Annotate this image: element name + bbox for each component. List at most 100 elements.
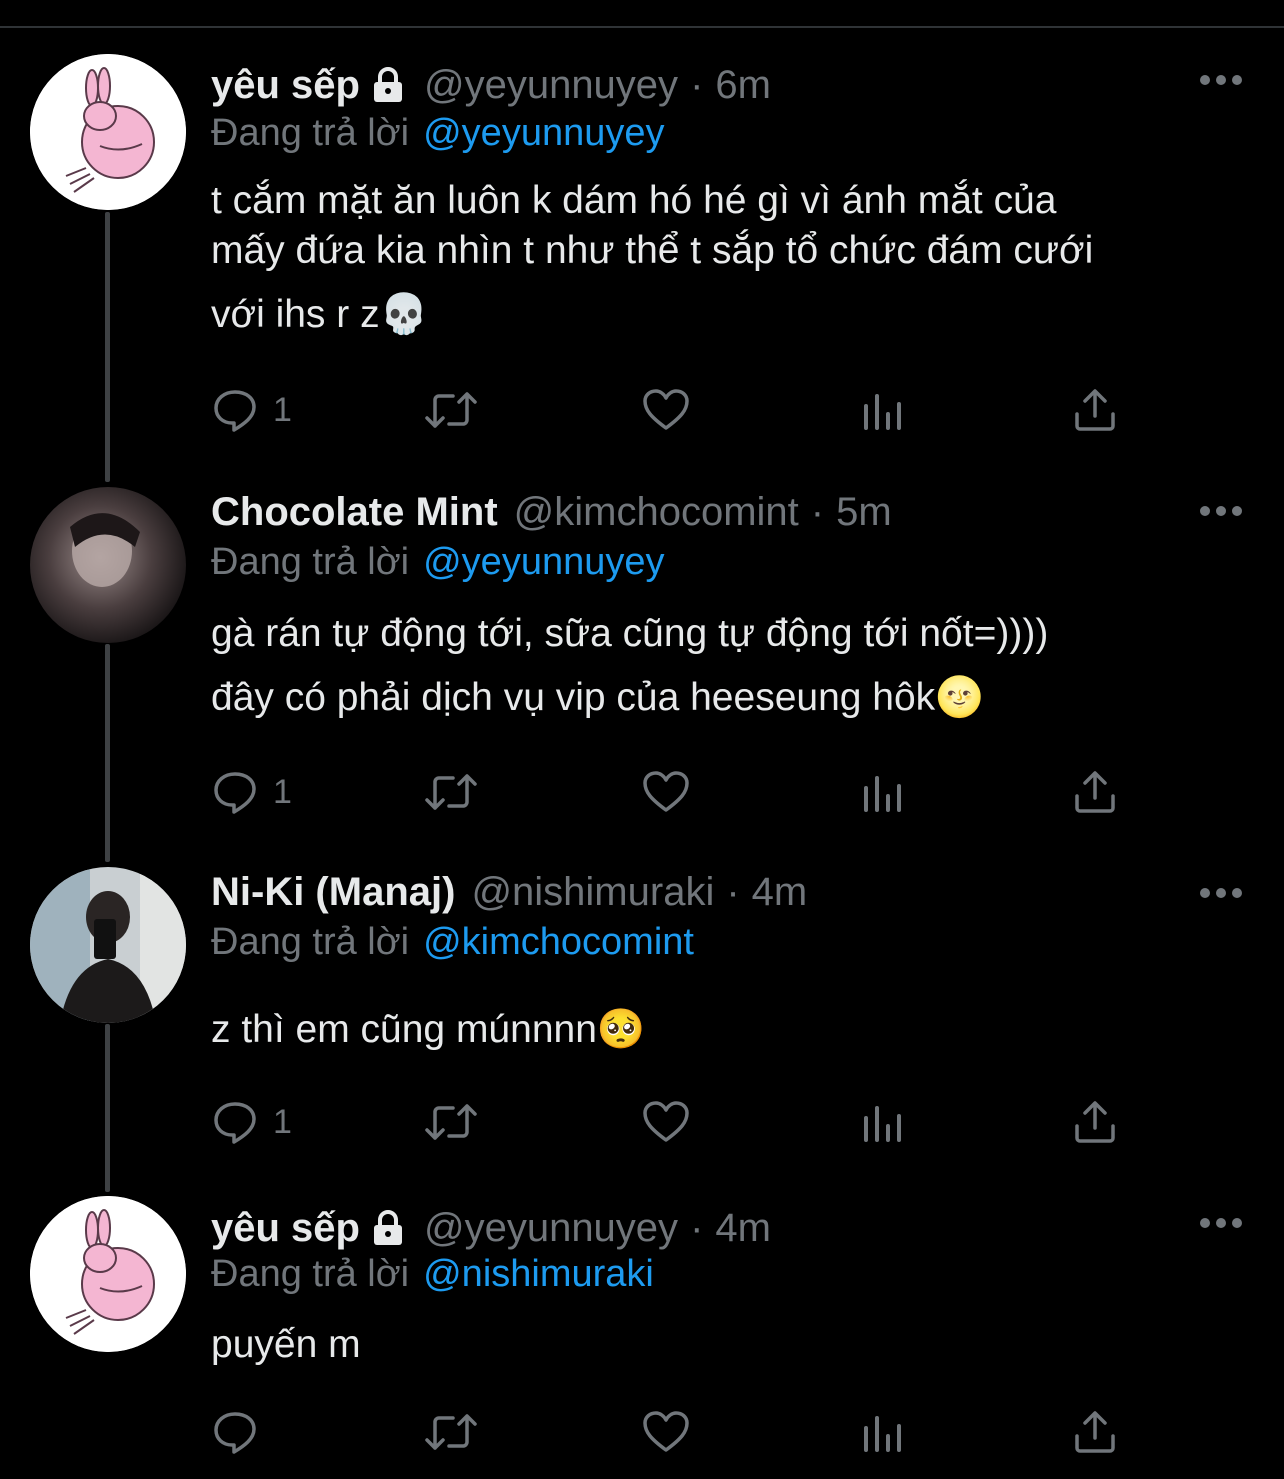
share-icon [1075,1101,1115,1143]
heart-icon [643,1411,689,1452]
tweet-text-line: gà rán tự động tới, sữa cũng tự động tới… [211,612,1049,655]
avatar[interactable] [30,487,186,643]
retweet-button[interactable] [423,385,479,435]
thread-line [105,212,110,482]
reply-button[interactable]: 1 [211,385,292,435]
views-button[interactable] [861,1097,905,1147]
reply-mention[interactable]: @nishimuraki [423,1253,654,1295]
display-name[interactable]: yêu sếp [211,63,360,108]
tweet-actions [211,1407,1131,1457]
avatar[interactable] [30,1196,186,1352]
thread-line [105,1024,110,1192]
share-icon [1075,771,1115,813]
views-button[interactable] [861,1407,905,1457]
lock-icon [368,65,408,105]
reply-icon [214,390,256,432]
like-button[interactable] [641,385,691,435]
tweet-header: Ni-Ki (Manaj) @nishimuraki · 4m [211,867,807,917]
tweet-header: Chocolate Mint @kimchocomint · 5m [211,487,892,537]
retweet-icon [425,1414,477,1450]
tweet-text-line: t cắm mặt ăn luôn k dám hó hé gì vì ánh … [211,179,1057,222]
more-options-icon[interactable] [1200,883,1242,903]
more-options-icon[interactable] [1200,501,1242,521]
top-divider [0,26,1284,28]
tweet-text: t cắm mặt ăn luôn k dám hó hé gì vì ánh … [211,176,1231,340]
reply-button[interactable] [211,1407,273,1457]
timestamp[interactable]: 4m [715,1206,771,1251]
heart-icon [643,389,689,430]
user-handle[interactable]: @yeyunnuyey [424,1206,678,1251]
mirror-selfie-avatar-icon [30,867,186,1023]
more-options-icon[interactable] [1200,70,1242,90]
reply-mention[interactable]: @kimchocomint [423,921,694,963]
replying-label: Đang trả lời [211,921,410,963]
share-button[interactable] [1073,385,1117,435]
tweet-text-line: puyến m [211,1323,361,1366]
reply-button[interactable]: 1 [211,767,292,817]
share-icon [1075,1411,1115,1453]
lock-icon [368,1208,408,1248]
replying-to: Đang trả lời @yeyunnuyey [211,112,665,155]
tweet-header: yêu sếp @yeyunnuyey · 4m [211,1203,771,1253]
tweet-text: z thì em cũng múnnnn🥺 [211,1005,1231,1055]
share-button[interactable] [1073,1407,1117,1457]
views-button[interactable] [861,767,905,817]
tweet-text-line: với ihs r z💀 [211,293,429,336]
timestamp[interactable]: 5m [836,490,892,535]
tweet-header: yêu sếp @yeyunnuyey · 6m [211,60,771,110]
timestamp[interactable]: 6m [715,63,771,108]
analytics-icon [864,1416,901,1452]
share-icon [1075,389,1115,431]
replying-to: Đang trả lời @kimchocomint [211,921,694,964]
user-handle[interactable]: @nishimuraki [471,870,714,915]
like-button[interactable] [641,767,691,817]
replying-label: Đang trả lời [211,112,410,154]
replying-label: Đang trả lời [211,1253,410,1295]
display-name[interactable]: Ni-Ki (Manaj) [211,870,455,915]
tweet-text-line: z thì em cũng múnnnn🥺 [211,1008,646,1051]
reply-button[interactable]: 1 [211,1097,292,1147]
share-button[interactable] [1073,1097,1117,1147]
avatar[interactable] [30,867,186,1023]
tweet-text-line: mấy đứa kia nhìn t như thể t sắp tổ chức… [211,229,1094,272]
retweet-icon [425,392,477,428]
heart-icon [643,1101,689,1142]
separator-dot: · [690,62,704,107]
like-button[interactable] [641,1407,691,1457]
pink-bunny-avatar-icon [30,54,186,210]
display-name[interactable]: yêu sếp [211,1206,360,1251]
like-button[interactable] [641,1097,691,1147]
analytics-icon [864,1106,901,1142]
reply-mention[interactable]: @yeyunnuyey [423,112,664,154]
more-options-icon[interactable] [1200,1213,1242,1233]
retweet-button[interactable] [423,767,479,817]
views-button[interactable] [861,385,905,435]
user-handle[interactable]: @yeyunnuyey [424,63,678,108]
heart-icon [643,771,689,812]
reply-icon [214,1102,256,1144]
analytics-icon [864,394,901,430]
separator-dot: · [810,489,825,534]
retweet-button[interactable] [423,1097,479,1147]
retweet-icon [425,1104,477,1140]
reply-count: 1 [273,390,292,429]
retweet-button[interactable] [423,1407,479,1457]
replying-label: Đang trả lời [211,541,410,583]
separator-dot: · [690,1205,704,1250]
timestamp[interactable]: 4m [752,870,808,915]
thread-line [105,644,110,862]
display-name[interactable]: Chocolate Mint [211,490,498,535]
retweet-icon [425,774,477,810]
tweet-text: gà rán tự động tới, sữa cũng tự động tới… [211,609,1231,723]
pink-bunny-avatar-icon [30,1196,186,1352]
user-handle[interactable]: @kimchocomint [514,490,799,535]
reply-icon [214,772,256,814]
analytics-icon [864,776,901,812]
reply-mention[interactable]: @yeyunnuyey [423,541,664,583]
share-button[interactable] [1073,767,1117,817]
photo-avatar-icon [30,487,186,643]
tweet-text-line: đây có phải dịch vụ vip của heeseung hôk… [211,676,984,719]
separator-dot: · [726,869,740,914]
reply-count: 1 [273,1102,292,1141]
avatar[interactable] [30,54,186,210]
